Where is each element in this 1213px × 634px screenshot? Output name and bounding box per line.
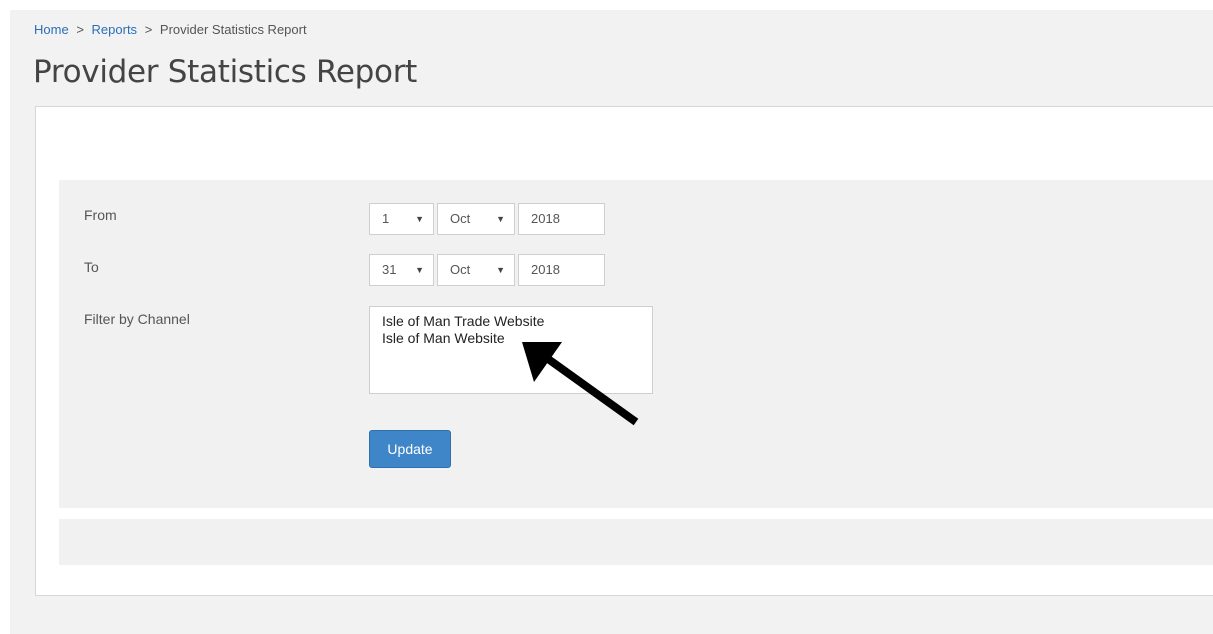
chevron-down-icon: ▼ [496, 265, 505, 275]
update-button[interactable]: Update [369, 430, 451, 468]
to-day-value: 31 [382, 262, 397, 277]
from-year-input[interactable]: 2018 [518, 203, 605, 235]
breadcrumb-home-link[interactable]: Home [34, 22, 69, 37]
to-year-input[interactable]: 2018 [518, 254, 605, 286]
to-month-select[interactable]: Oct ▼ [437, 254, 515, 286]
from-year-value: 2018 [531, 211, 560, 226]
to-day-select[interactable]: 31 ▼ [369, 254, 434, 286]
breadcrumb-current: Provider Statistics Report [159, 22, 307, 37]
to-month-value: Oct [450, 262, 471, 277]
breadcrumb-reports-link[interactable]: Reports [92, 22, 138, 37]
from-day-select[interactable]: 1 ▼ [369, 203, 434, 235]
from-day-value: 1 [382, 211, 390, 226]
breadcrumb-separator: > [144, 22, 153, 37]
channel-option[interactable]: Isle of Man Trade Website [382, 313, 652, 330]
from-month-select[interactable]: Oct ▼ [437, 203, 515, 235]
chevron-down-icon: ▼ [415, 265, 424, 275]
page-title: Provider Statistics Report [33, 54, 418, 90]
breadcrumb-separator: > [76, 22, 84, 37]
results-area [59, 519, 1213, 565]
from-month-value: Oct [450, 211, 471, 226]
breadcrumb: Home > Reports > Provider Statistics Rep… [34, 22, 307, 37]
arrow-pointer-icon [522, 342, 639, 426]
from-label: From [84, 207, 117, 223]
to-label: To [84, 259, 99, 275]
to-year-value: 2018 [531, 262, 560, 277]
chevron-down-icon: ▼ [415, 214, 424, 224]
channel-label: Filter by Channel [84, 311, 190, 327]
chevron-down-icon: ▼ [496, 214, 505, 224]
page-background: Home > Reports > Provider Statistics Rep… [10, 10, 1213, 634]
